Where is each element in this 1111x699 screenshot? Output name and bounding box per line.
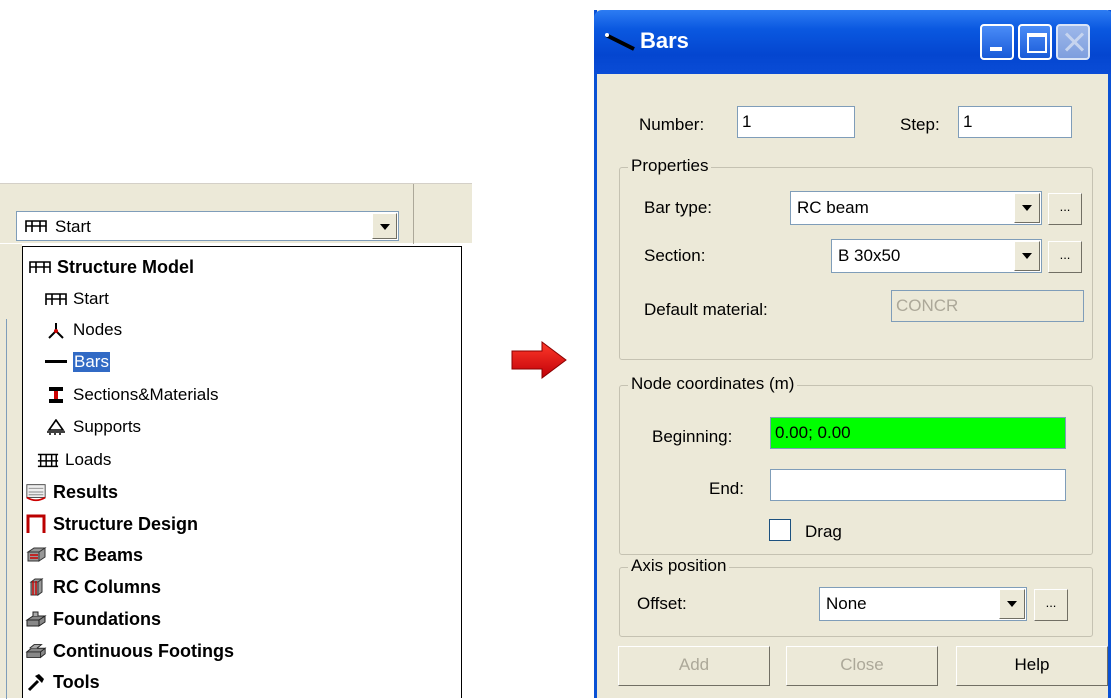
list-item-label: Continuous Footings <box>53 640 234 661</box>
beginning-label: Beginning: <box>652 427 733 446</box>
end-label: End: <box>709 479 744 498</box>
list-item-nodes[interactable]: Nodes <box>45 315 122 345</box>
list-item-label: Results <box>53 481 119 502</box>
layout-combo-value: Start <box>55 217 91 236</box>
default-material-label: Default material: <box>644 300 768 319</box>
offset-select[interactable]: None <box>819 587 1027 621</box>
bar-type-more-button[interactable]: ... <box>1048 193 1082 225</box>
step-field[interactable]: 1 <box>958 106 1072 138</box>
background-panel <box>0 244 22 699</box>
list-item-label: Nodes <box>73 320 123 339</box>
list-item-label: Sections&Materials <box>73 385 219 404</box>
dialog-title: Bars <box>640 28 689 53</box>
continuous-footings-icon <box>25 640 47 662</box>
bars-dialog-icon <box>604 32 636 57</box>
nodes-icon <box>45 319 67 341</box>
bar-type-select[interactable]: RC beam <box>790 191 1042 225</box>
right-arrow-icon <box>510 340 568 385</box>
section-label: Section: <box>644 246 706 265</box>
supports-icon <box>45 416 67 438</box>
drag-checkbox[interactable] <box>769 519 791 541</box>
maximize-button[interactable] <box>1018 24 1052 60</box>
rc-columns-icon <box>25 576 47 598</box>
chevron-down-icon[interactable] <box>999 589 1025 619</box>
chevron-down-icon[interactable] <box>1014 193 1040 223</box>
list-item-label: RC Beams <box>53 544 144 565</box>
bars-icon <box>45 351 67 373</box>
loads-icon <box>37 449 59 471</box>
section-more-button[interactable]: ... <box>1048 241 1082 273</box>
list-item-sections-materials[interactable]: Sections&Materials <box>45 380 219 410</box>
dialog-titlebar[interactable]: Bars <box>594 10 1111 74</box>
chevron-down-icon[interactable] <box>372 213 397 239</box>
default-material-field: CONCR <box>891 290 1084 322</box>
offset-more-button[interactable]: ... <box>1034 589 1068 621</box>
rc-beams-icon <box>25 544 47 566</box>
list-item-rc-beams[interactable]: RC Beams <box>25 540 143 570</box>
offset-value: None <box>826 594 867 613</box>
node-coordinates-group-title: Node coordinates (m) <box>628 374 798 394</box>
list-item-rc-columns[interactable]: RC Columns <box>25 572 161 602</box>
bar-type-label: Bar type: <box>644 198 713 217</box>
list-item-label: Structure Design <box>53 513 199 534</box>
drag-label: Drag <box>805 522 842 541</box>
sections-materials-icon <box>45 384 67 406</box>
offset-label: Offset: <box>637 594 687 613</box>
list-item-structure-model[interactable]: Structure Model <box>29 252 194 282</box>
bar-type-value: RC beam <box>797 198 869 217</box>
close-window-button[interactable] <box>1056 24 1090 60</box>
tools-icon <box>25 671 47 693</box>
list-item-label: Supports <box>73 417 142 436</box>
foundations-icon <box>25 608 47 630</box>
minimize-button[interactable] <box>980 24 1014 60</box>
chevron-down-icon[interactable] <box>1014 241 1040 271</box>
list-item-continuous-footings[interactable]: Continuous Footings <box>25 636 234 666</box>
section-select[interactable]: B 30x50 <box>831 239 1042 273</box>
close-button[interactable]: Close <box>786 646 938 686</box>
list-item-label: Tools <box>53 671 100 692</box>
properties-group-title: Properties <box>628 156 712 176</box>
number-field[interactable]: 1 <box>737 106 855 138</box>
start-icon <box>25 219 47 238</box>
list-item-structure-design[interactable]: Structure Design <box>25 509 198 539</box>
layout-combo[interactable]: Start <box>16 211 399 241</box>
list-item-label: Loads <box>65 450 112 469</box>
section-value: B 30x50 <box>838 246 901 265</box>
add-button[interactable]: Add <box>618 646 770 686</box>
list-item-label: Start <box>73 289 109 308</box>
list-item-loads[interactable]: Loads <box>37 445 111 475</box>
beginning-field[interactable]: 0.00; 0.00 <box>770 417 1066 449</box>
list-item-label: Foundations <box>53 608 161 629</box>
end-field[interactable] <box>770 469 1066 501</box>
step-label: Step: <box>900 115 940 134</box>
toolbar-separator <box>413 184 414 244</box>
list-item-supports[interactable]: Supports <box>45 412 141 442</box>
list-item-label: Bars <box>73 352 110 372</box>
results-icon <box>25 481 47 503</box>
list-item-label: RC Columns <box>53 576 161 597</box>
layout-list: Structure Model Start Nodes Bars Section… <box>22 246 462 698</box>
structure-design-icon <box>25 513 47 535</box>
axis-position-group-title: Axis position <box>628 556 730 576</box>
list-item-tools[interactable]: Tools <box>25 667 100 697</box>
list-item-bars[interactable]: Bars <box>45 347 110 377</box>
bars-dialog: Bars Number: 1 Step: 1 Properties Bar ty… <box>594 10 1111 698</box>
list-item-results[interactable]: Results <box>25 477 118 507</box>
start-icon <box>45 288 67 310</box>
structure-model-icon <box>29 256 51 278</box>
list-item-foundations[interactable]: Foundations <box>25 604 161 634</box>
list-item-start[interactable]: Start <box>45 284 109 314</box>
list-item-label: Structure Model <box>57 256 195 277</box>
number-label: Number: <box>639 115 705 134</box>
help-button[interactable]: Help <box>956 646 1108 686</box>
